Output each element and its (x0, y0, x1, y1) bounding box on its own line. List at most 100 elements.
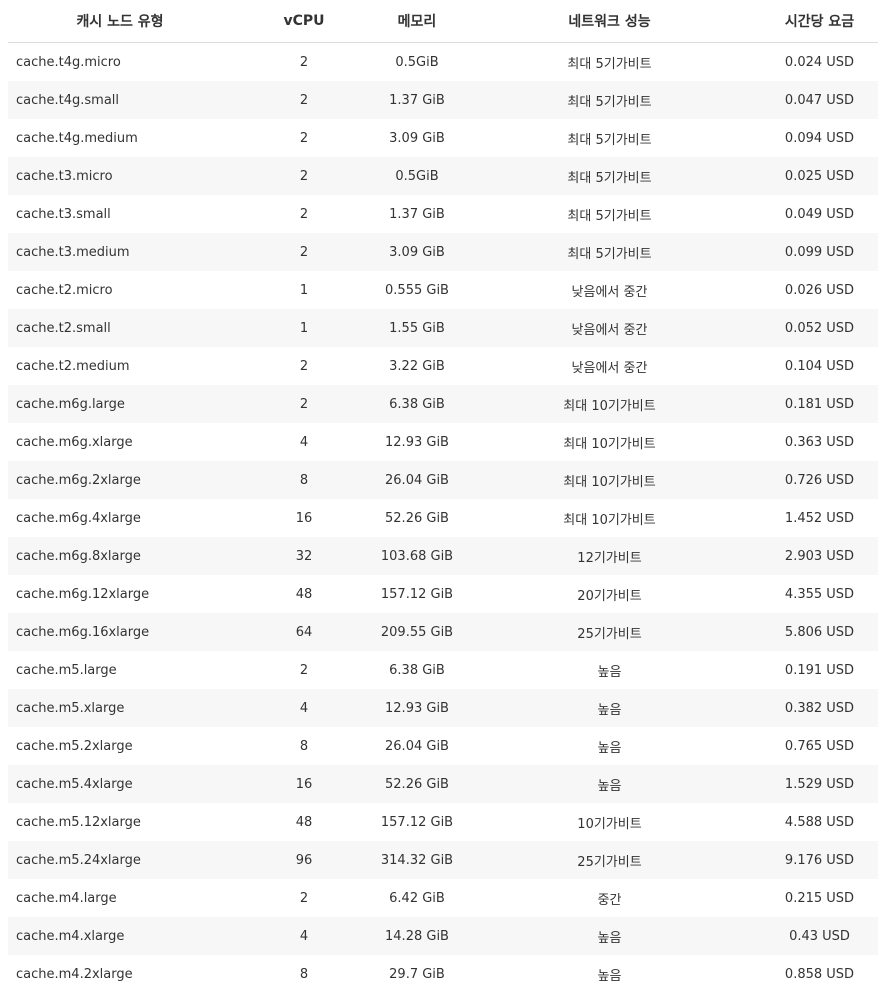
cell-node-type: cache.m6g.large (8, 385, 232, 423)
table-row: cache.t3.micro 2 0.5GiB 최대 5기가비트 0.025 USD (8, 157, 878, 195)
header-network: 네트워크 성능 (458, 0, 761, 43)
cell-vcpu: 4 (232, 689, 376, 727)
cell-vcpu: 1 (232, 309, 376, 347)
cell-node-type: cache.m5.xlarge (8, 689, 232, 727)
table-row: cache.m6g.16xlarge 64 209.55 GiB 25기가비트 5.80… (8, 613, 878, 651)
cell-memory: 6.38 GiB (376, 385, 458, 423)
table-row: cache.t3.medium 2 3.09 GiB 최대 5기가비트 0.099 US… (8, 233, 878, 271)
cell-memory: 29.7 GiB (389, 966, 445, 982)
cell-memory: 0.5GiB (376, 157, 458, 195)
table-row: cache.t4g.small 2 1.37 GiB 최대 5기가비트 0.047 US… (8, 81, 878, 119)
cell-node-type: cache.m5.12xlarge (16, 814, 141, 830)
table-row: cache.t2.medium 2 3.22 GiB 낮음에서 중간 0.104 USD (8, 347, 878, 385)
cell-network: 중간 (597, 892, 622, 908)
table-row: cache.m4.2xlarge 8 29.7 GiB 높음 0.858 USD (8, 955, 878, 993)
cell-memory: 3.09 GiB (389, 130, 445, 146)
cell-memory: 52.26 GiB (385, 510, 449, 526)
cell-memory: 1.37 GiB (376, 81, 458, 119)
cell-network: 최대 5기가비트 (567, 132, 652, 148)
cell-node-type: cache.m6g.8xlarge (8, 537, 232, 575)
cell-vcpu: 96 (232, 841, 376, 879)
table-row: cache.m5.12xlarge 48 157.12 GiB 10기가비트 4.588… (8, 803, 878, 841)
cell-network: 최대 5기가비트 (458, 81, 761, 119)
cell-vcpu: 2 (232, 233, 376, 271)
cell-network: 20기가비트 (577, 588, 642, 604)
header-node-type: 캐시 노드 유형 (8, 0, 232, 43)
cell-price: 0.025 USD (761, 157, 878, 195)
cell-price: 0.363 USD (784, 434, 855, 450)
cell-price: 0.104 USD (784, 358, 855, 374)
cell-node-type: cache.m4.2xlarge (16, 966, 133, 982)
cell-network: 높음 (458, 917, 761, 955)
header-memory: 메모리 (376, 0, 458, 43)
cell-node-type: cache.m6g.4xlarge (16, 510, 141, 526)
cell-node-type: cache.m6g.12xlarge (16, 586, 150, 602)
table-row: cache.m6g.8xlarge 32 103.68 GiB 12기가비트 2.903… (8, 537, 878, 575)
cell-network: 낮음에서 중간 (571, 284, 648, 300)
cell-node-type: cache.t2.medium (16, 358, 130, 374)
cell-memory: 14.28 GiB (376, 917, 458, 955)
cell-memory: 103.68 GiB (376, 537, 458, 575)
cell-node-type: cache.t2.small (8, 309, 232, 347)
cell-price: 5.806 USD (761, 613, 878, 651)
cell-node-type: cache.m6g.xlarge (16, 434, 133, 450)
cell-price: 0.099 USD (761, 233, 878, 271)
table-row: cache.t4g.medium 2 3.09 GiB 최대 5기가비트 0.094 U… (8, 119, 878, 157)
cell-memory: 52.26 GiB (376, 765, 458, 803)
cell-memory: 12.93 GiB (376, 689, 458, 727)
table-row: cache.t3.small 2 1.37 GiB 최대 5기가비트 0.049 USD (8, 195, 878, 233)
cell-network: 25기가비트 (458, 841, 761, 879)
cell-vcpu: 8 (299, 966, 309, 982)
cell-network: 낮음에서 중간 (458, 309, 761, 347)
cell-price: 0.049 USD (784, 206, 855, 222)
cell-network: 최대 5기가비트 (567, 56, 652, 72)
table-row: cache.m4.large 2 6.42 GiB 중간 0.215 USD (8, 879, 878, 917)
cell-memory: 3.22 GiB (389, 358, 445, 374)
cell-price: 0.765 USD (784, 738, 855, 754)
node-pricing-table: 캐시 노드 유형 vCPU 메모리 네트워크 성능 시간당 요금 cache.t… (8, 0, 878, 993)
table-row: cache.m6g.xlarge 4 12.93 GiB 최대 10기가비트 0.363… (8, 423, 878, 461)
cell-node-type: cache.t2.micro (16, 282, 113, 298)
cell-vcpu: 1 (299, 282, 309, 298)
cell-node-type: cache.t3.medium (8, 233, 232, 271)
cell-memory: 6.38 GiB (389, 662, 445, 678)
cell-memory: 0.555 GiB (385, 282, 449, 298)
table-row: cache.m6g.12xlarge 48 157.12 GiB 20기가비트 4.35… (8, 575, 878, 613)
cell-price: 0.052 USD (761, 309, 878, 347)
cell-vcpu: 64 (232, 613, 376, 651)
cell-price: 0.094 USD (784, 130, 855, 146)
cell-price: 0.024 USD (784, 54, 855, 70)
cell-memory: 0.5GiB (395, 54, 439, 70)
cell-vcpu: 8 (299, 738, 309, 754)
cell-node-type: cache.m5.large (16, 662, 117, 678)
cell-vcpu: 48 (295, 586, 313, 602)
table-row: cache.m5.large 2 6.38 GiB 높음 0.191 USD (8, 651, 878, 689)
cell-network: 10기가비트 (577, 816, 642, 832)
pricing-table-container: 캐시 노드 유형 vCPU 메모리 네트워크 성능 시간당 요금 cache.t… (8, 0, 878, 993)
cell-vcpu: 32 (232, 537, 376, 575)
cell-node-type: cache.m5.4xlarge (8, 765, 232, 803)
cell-price: 4.588 USD (784, 814, 855, 830)
header-price: 시간당 요금 (761, 0, 878, 43)
cell-network: 높음 (597, 740, 622, 756)
cell-price: 0.181 USD (761, 385, 878, 423)
cell-node-type: cache.t4g.small (8, 81, 232, 119)
cell-memory: 12.93 GiB (385, 434, 449, 450)
cell-memory: 157.12 GiB (380, 814, 454, 830)
table-row: cache.m4.xlarge 4 14.28 GiB 높음 0.43 USD (8, 917, 878, 955)
cell-price: 0.726 USD (761, 461, 878, 499)
cell-network: 최대 10기가비트 (458, 461, 761, 499)
cell-memory: 314.32 GiB (376, 841, 458, 879)
table-row: cache.t2.small 1 1.55 GiB 낮음에서 중간 0.052 USD (8, 309, 878, 347)
cell-price: 0.382 USD (761, 689, 878, 727)
cell-price: 0.191 USD (784, 662, 855, 678)
cell-network: 높음 (458, 689, 761, 727)
cell-node-type: cache.t4g.medium (16, 130, 138, 146)
table-row: cache.m5.2xlarge 8 26.04 GiB 높음 0.765 USD (8, 727, 878, 765)
cell-network: 높음 (458, 765, 761, 803)
cell-price: 2.903 USD (761, 537, 878, 575)
header-vcpu: vCPU (232, 0, 376, 43)
cell-memory: 26.04 GiB (385, 738, 449, 754)
cell-vcpu: 2 (232, 157, 376, 195)
cell-memory: 209.55 GiB (376, 613, 458, 651)
